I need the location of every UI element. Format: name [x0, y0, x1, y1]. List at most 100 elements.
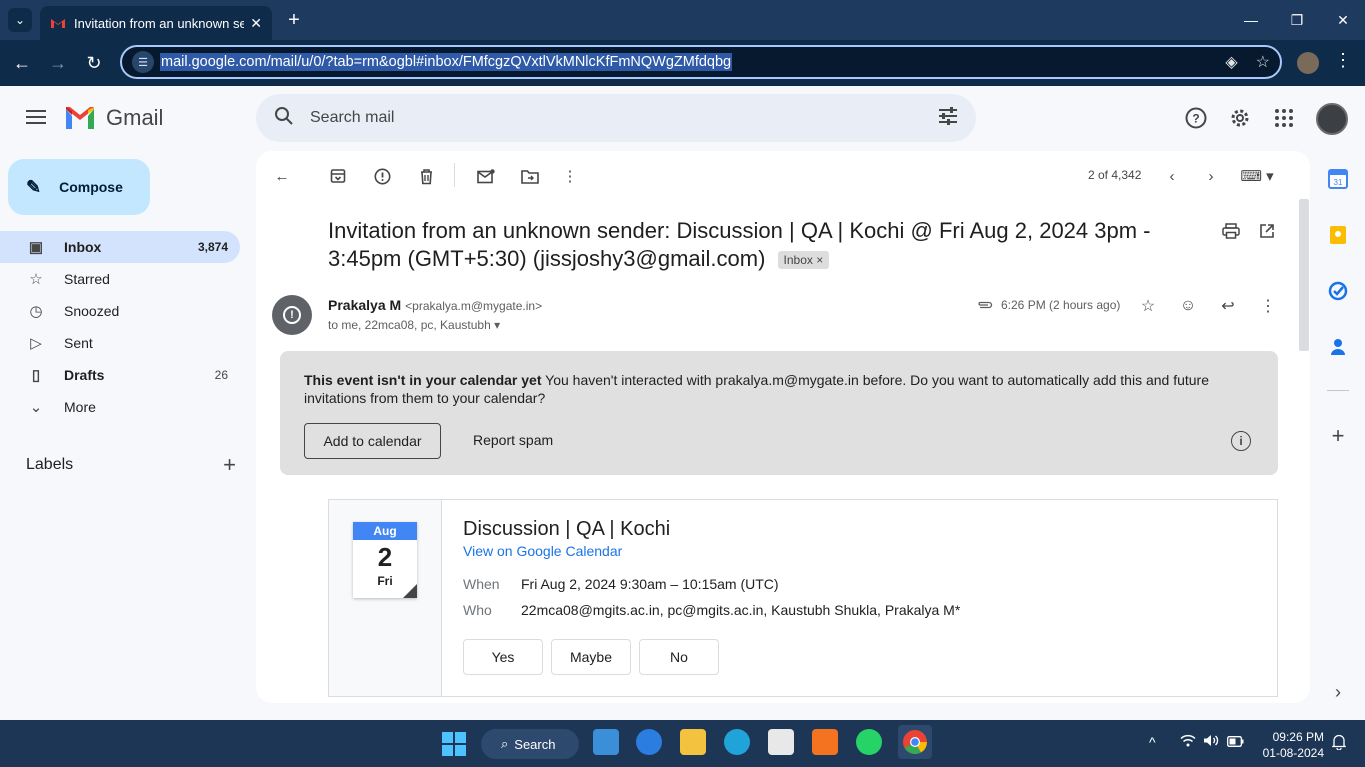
older-message-icon[interactable]: ›	[1200, 165, 1222, 187]
whatsapp-app-icon[interactable]	[856, 729, 882, 755]
gmail-favicon-icon	[51, 19, 65, 28]
sidebar-item-inbox[interactable]: ▣ Inbox 3,874	[0, 231, 240, 263]
reply-icon[interactable]: ↩	[1217, 295, 1239, 317]
tab-title: Invitation from an unknown sender	[74, 15, 245, 31]
recipients-line[interactable]: to me, 22mca08, pc, Kaustubh ▾	[328, 318, 500, 332]
taskbar-search[interactable]: ⌕ Search	[481, 729, 579, 759]
sidebar-item-starred[interactable]: ☆ Starred	[0, 263, 240, 295]
site-info-icon[interactable]: ☰	[132, 51, 154, 73]
search-input[interactable]: Search mail	[310, 109, 394, 127]
search-bar[interactable]: Search mail	[256, 94, 976, 142]
clock-time: 09:26 PM	[1272, 730, 1324, 744]
sender-name[interactable]: Prakalya M <prakalya.m@mygate.in>	[328, 297, 542, 313]
compose-label: Compose	[59, 179, 123, 195]
account-avatar[interactable]	[1316, 103, 1348, 135]
print-icon[interactable]	[1222, 223, 1240, 244]
add-label-icon[interactable]: +	[223, 452, 236, 478]
bookmark-star-icon[interactable]: ☆	[1256, 52, 1270, 72]
tab-search-button[interactable]: ⌄	[8, 8, 32, 32]
scrollbar-thumb[interactable]	[1299, 199, 1309, 351]
rsvp-no-button[interactable]: No	[639, 639, 719, 675]
move-to-icon[interactable]	[519, 165, 541, 187]
back-icon[interactable]: ←	[9, 50, 35, 76]
contacts-app-icon[interactable]	[1328, 337, 1348, 357]
message-time: 6:26 PM (2 hours ago)	[1001, 298, 1121, 312]
back-to-inbox-icon[interactable]: ←	[271, 165, 293, 187]
wifi-icon[interactable]	[1180, 734, 1196, 750]
input-tools-keyboard-icon[interactable]: ⌨ ▾	[1238, 165, 1276, 187]
main-menu-icon[interactable]	[24, 106, 48, 130]
info-icon[interactable]: i	[1231, 431, 1251, 451]
sidebar-nav: ▣ Inbox 3,874 ☆ Starred ◷ Snoozed ▷ Sent…	[0, 231, 240, 423]
lens-icon[interactable]: ◈	[1225, 52, 1237, 72]
file-explorer-icon[interactable]	[680, 729, 706, 755]
browser-menu-icon[interactable]: ⋮	[1334, 50, 1352, 71]
keep-app-icon[interactable]	[1328, 225, 1348, 245]
apps-grid-icon[interactable]	[1272, 106, 1296, 130]
gmail-logo[interactable]: Gmail	[64, 105, 163, 131]
browser-tab-bar: ⌄ Invitation from an unknown sender ✕ + …	[0, 0, 1365, 40]
when-value: Fri Aug 2, 2024 9:30am – 10:15am (UTC)	[521, 576, 779, 592]
volume-icon[interactable]	[1203, 734, 1220, 750]
settings-gear-icon[interactable]	[1228, 106, 1252, 130]
browser-tab[interactable]: Invitation from an unknown sender ✕	[40, 6, 272, 40]
tab-close-icon[interactable]: ✕	[250, 15, 262, 32]
label-chip-inbox[interactable]: Inbox ×	[777, 251, 830, 270]
system-clock[interactable]: 09:26 PM 01-08-2024	[1256, 729, 1324, 761]
chrome-app-active[interactable]	[898, 725, 932, 759]
minimize-icon[interactable]: —	[1228, 0, 1274, 40]
rsvp-maybe-button[interactable]: Maybe	[551, 639, 631, 675]
delete-icon[interactable]	[415, 165, 437, 187]
sidebar-item-drafts[interactable]: ▯ Drafts 26	[0, 359, 240, 391]
sidebar-item-label: Starred	[64, 271, 110, 287]
report-spam-icon[interactable]	[371, 165, 393, 187]
windows-start-icon[interactable]	[441, 731, 467, 757]
show-details-icon[interactable]: ▾	[494, 318, 500, 332]
tasks-app-icon[interactable]	[1328, 281, 1348, 301]
send-icon: ▷	[30, 335, 42, 352]
forward-icon[interactable]: →	[45, 50, 71, 76]
more-options-icon[interactable]: ⋮	[559, 165, 581, 187]
search-icon[interactable]	[274, 106, 296, 131]
view-on-calendar-link[interactable]: View on Google Calendar	[463, 543, 622, 559]
edge-browser-icon[interactable]	[724, 729, 750, 755]
sidebar-item-snoozed[interactable]: ◷ Snoozed	[0, 295, 240, 327]
show-hidden-icons[interactable]: ^	[1149, 734, 1156, 750]
sender-email: <prakalya.m@mygate.in>	[405, 299, 543, 313]
archive-icon[interactable]	[327, 165, 349, 187]
myhp-app-icon[interactable]	[593, 729, 619, 755]
get-addons-plus-icon[interactable]: +	[1328, 423, 1348, 448]
browser-profile-avatar[interactable]	[1297, 52, 1319, 74]
emoji-react-icon[interactable]: ☺	[1177, 295, 1199, 317]
url-text[interactable]: mail.google.com/mail/u/0/?tab=rm&ogbl#in…	[160, 53, 733, 71]
sender-avatar[interactable]: !	[272, 295, 312, 335]
close-window-icon[interactable]: ✕	[1320, 0, 1365, 40]
battery-icon[interactable]	[1227, 734, 1244, 750]
restore-icon[interactable]: ❐	[1274, 0, 1320, 40]
message-more-icon[interactable]: ⋮	[1257, 295, 1279, 317]
compose-button[interactable]: ✎ Compose	[8, 159, 150, 215]
show-side-panel-icon[interactable]: ›	[1328, 682, 1348, 702]
mark-unread-icon[interactable]	[475, 165, 497, 187]
reload-icon[interactable]: ↻	[81, 50, 107, 76]
sidebar-item-more[interactable]: ⌄ More	[0, 391, 240, 423]
draft-count: 26	[214, 368, 228, 382]
help-icon[interactable]: ?	[1184, 106, 1208, 130]
sidebar-item-sent[interactable]: ▷ Sent	[0, 327, 240, 359]
new-tab-icon[interactable]: +	[282, 8, 306, 32]
open-in-new-window-icon[interactable]	[1259, 223, 1275, 244]
address-bar[interactable]: ☰ mail.google.com/mail/u/0/?tab=rm&ogbl#…	[120, 45, 1282, 79]
newer-message-icon[interactable]: ‹	[1161, 165, 1183, 187]
star-message-icon[interactable]: ☆	[1137, 295, 1159, 317]
calendar-app-icon[interactable]: 31	[1328, 169, 1348, 189]
clock-date: 01-08-2024	[1262, 746, 1324, 760]
xampp-app-icon[interactable]	[812, 729, 838, 755]
snipping-tool-icon[interactable]	[768, 729, 794, 755]
search-options-icon[interactable]	[938, 106, 958, 130]
notifications-bell-icon[interactable]	[1331, 734, 1347, 753]
rsvp-yes-button[interactable]: Yes	[463, 639, 543, 675]
report-spam-button[interactable]: Report spam	[473, 432, 553, 448]
search-icon: ⌕	[501, 736, 509, 751]
add-to-calendar-button[interactable]: Add to calendar	[304, 423, 441, 459]
help-app-icon[interactable]	[636, 729, 662, 755]
